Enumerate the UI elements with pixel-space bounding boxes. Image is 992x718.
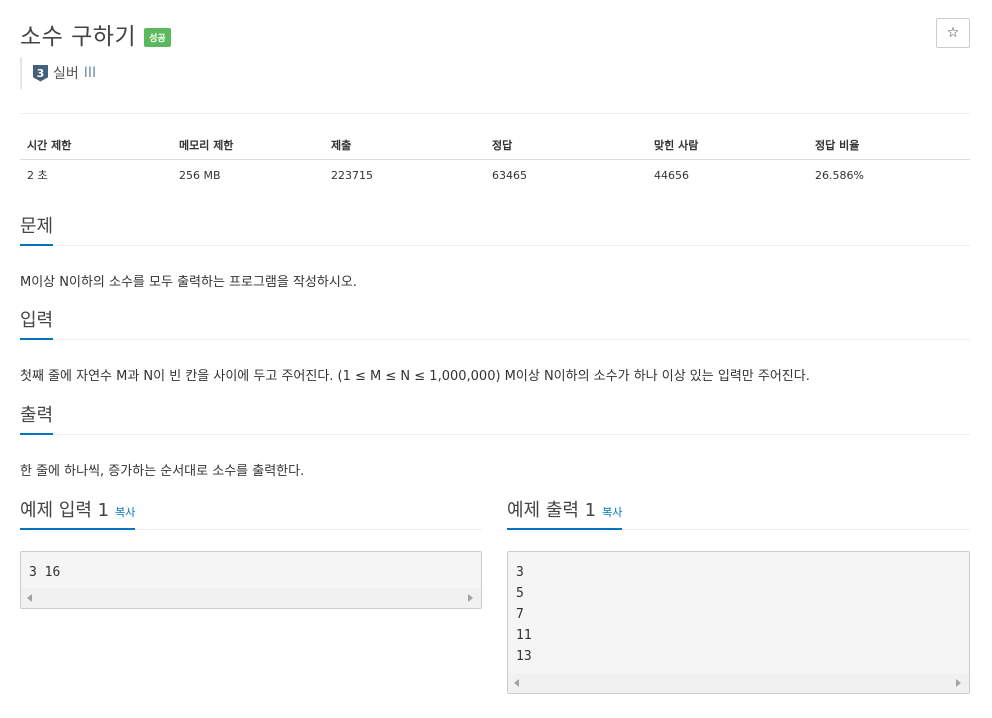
problem-description: M이상 N이하의 소수를 모두 출력하는 프로그램을 작성하시오. (20, 275, 357, 290)
header-accepted: 정답 (485, 132, 647, 160)
silver-tier-icon: 3 (33, 64, 48, 82)
star-icon: ☆ (946, 25, 960, 41)
sample-output-scrollbar[interactable] (508, 673, 969, 693)
sample-output-header: 예제 출력 1 복사 (507, 500, 970, 530)
sample-input-text: 3 16 (29, 565, 61, 580)
scroll-right-icon[interactable] (956, 679, 961, 687)
accepted-value: 63465 (492, 168, 527, 182)
sample-input-label: 예제 입력 1 (20, 500, 110, 521)
sample-output-title: 예제 출력 1 복사 (507, 500, 623, 530)
scroll-left-icon[interactable] (27, 594, 32, 602)
input-section-header: 입력 (20, 310, 970, 340)
divider (20, 113, 970, 114)
sample-input-scrollbar[interactable] (21, 588, 481, 608)
sample-output-label: 예제 출력 1 (507, 500, 597, 521)
tier-row: 3 실버 III (20, 57, 96, 89)
problem-section-title: 문제 (20, 216, 54, 246)
memory-limit-value: 256 MB (179, 168, 221, 182)
input-section-title: 입력 (20, 310, 54, 340)
header-solvers: 맞힌 사람 (647, 132, 808, 160)
copy-sample-input-button[interactable]: 복사 (115, 506, 135, 519)
sample-input-header: 예제 입력 1 복사 (20, 500, 482, 530)
header-time-limit: 시간 제한 (20, 132, 172, 160)
time-limit-value: 2 초 (27, 169, 48, 183)
problem-section-header: 문제 (20, 216, 970, 246)
sample-output-text: 3 5 7 11 13 (516, 565, 532, 664)
scroll-right-icon[interactable] (468, 594, 473, 602)
output-description: 한 줄에 하나씩, 증가하는 순서대로 소수를 출력한다. (20, 464, 305, 479)
sample-output-box[interactable]: 3 5 7 11 13 (507, 551, 970, 694)
copy-sample-output-button[interactable]: 복사 (602, 506, 622, 519)
status-badge: 성공 (144, 27, 171, 47)
problem-info-table: 시간 제한 메모리 제한 제출 정답 맞힌 사람 정답 비율 2 초 256 M… (20, 132, 970, 191)
solvers-value: 44656 (654, 168, 689, 182)
submissions-value: 223715 (331, 168, 373, 182)
sample-input-box[interactable]: 3 16 (20, 551, 482, 609)
tier-name: 실버 (53, 66, 79, 82)
scroll-left-icon[interactable] (514, 679, 519, 687)
sample-input-title: 예제 입력 1 복사 (20, 500, 136, 530)
input-description: 첫째 줄에 자연수 M과 N이 빈 칸을 사이에 두고 주어진다. (1 ≤ M… (20, 369, 810, 384)
header-memory-limit: 메모리 제한 (172, 132, 324, 160)
output-section-title: 출력 (20, 405, 54, 435)
output-section-header: 출력 (20, 405, 970, 435)
tier-level[interactable]: III (84, 65, 96, 81)
problem-title: 소수 구하기 (20, 24, 137, 50)
table-header-row: 시간 제한 메모리 제한 제출 정답 맞힌 사람 정답 비율 (20, 132, 970, 160)
star-button[interactable]: ☆ (936, 18, 970, 48)
accept-ratio-value: 26.586% (815, 168, 864, 182)
problem-title-row: 소수 구하기 성공 (20, 16, 171, 52)
header-submissions: 제출 (324, 132, 485, 160)
header-accept-ratio: 정답 비율 (808, 132, 970, 160)
table-row: 2 초 256 MB 223715 63465 44656 26.586% (20, 159, 970, 191)
